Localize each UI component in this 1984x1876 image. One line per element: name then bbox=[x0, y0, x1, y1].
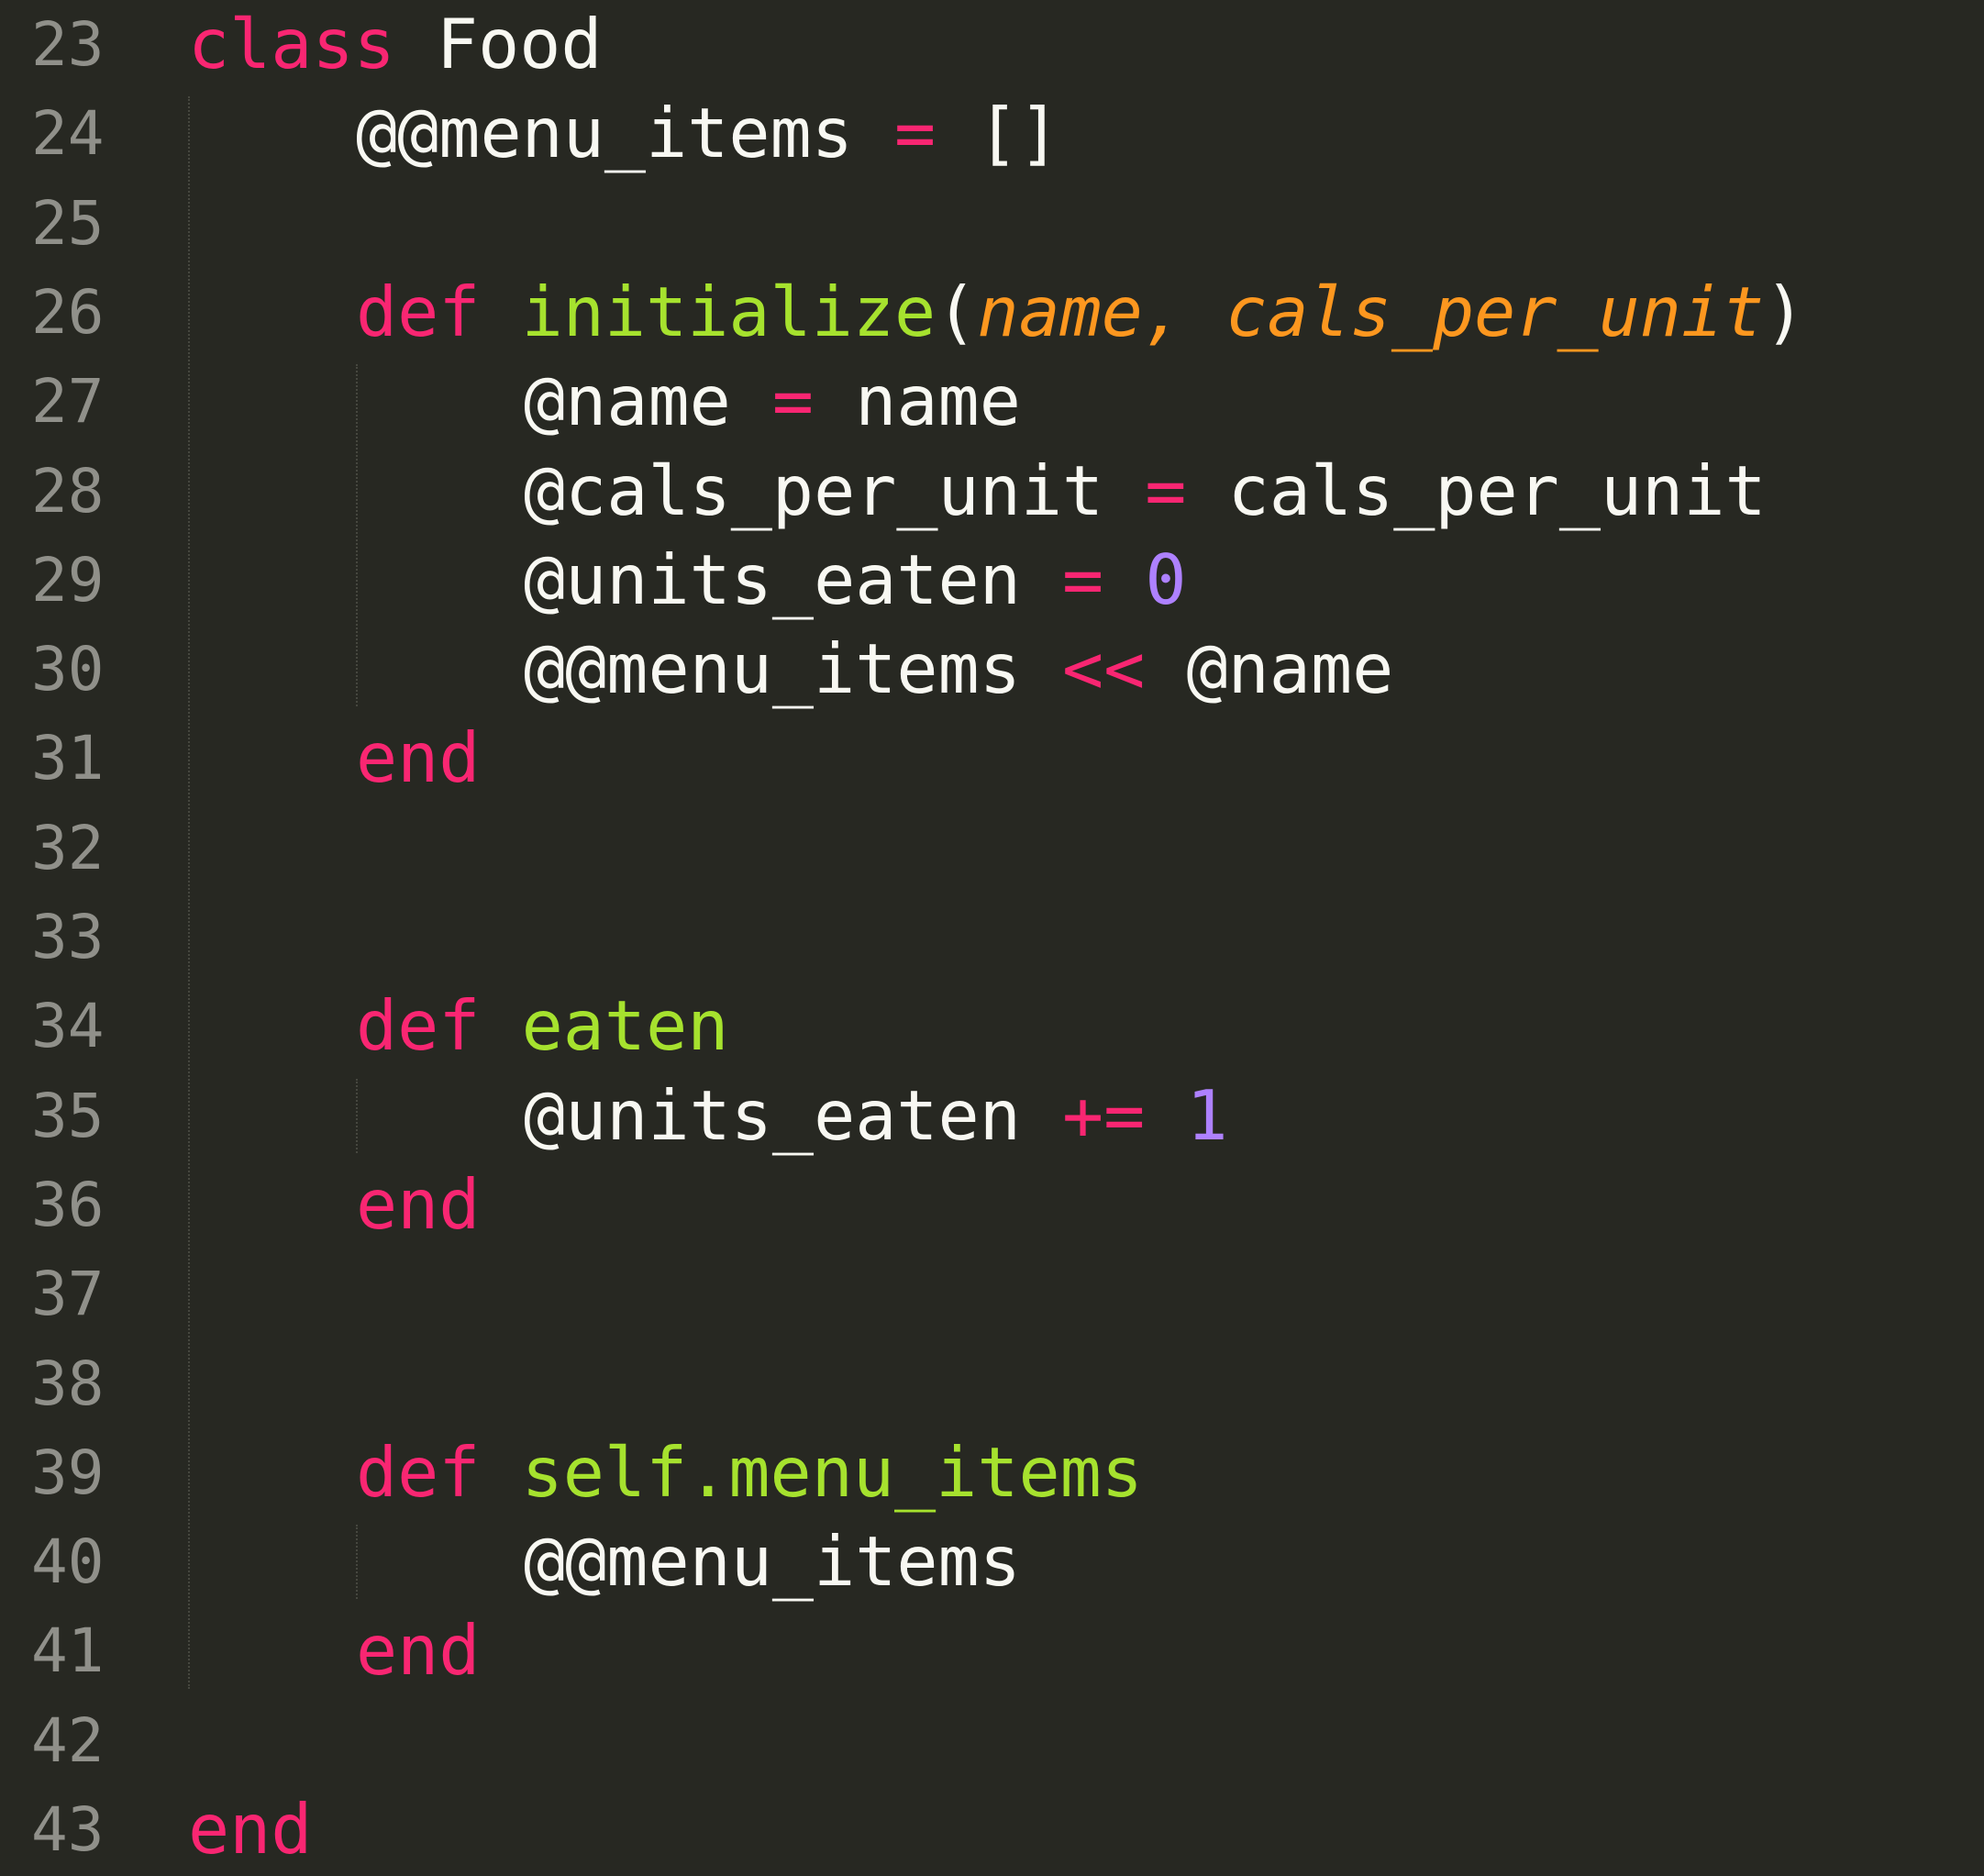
line-number: 33 bbox=[31, 902, 105, 972]
line-number: 32 bbox=[31, 812, 105, 883]
code-line[interactable]: @name = name bbox=[524, 357, 1021, 446]
line-number: 23 bbox=[31, 9, 105, 80]
line-number: 37 bbox=[31, 1259, 105, 1330]
code-line[interactable]: @@menu_items << @name bbox=[524, 625, 1393, 714]
code-token-plain: Food bbox=[394, 4, 603, 84]
code-token-keyword: def bbox=[356, 271, 481, 352]
code-token-function-name: eaten bbox=[521, 985, 729, 1067]
code-token-keyword: def bbox=[356, 1431, 481, 1513]
line-number: 36 bbox=[31, 1169, 105, 1240]
code-line[interactable]: end bbox=[188, 1785, 312, 1874]
code-line[interactable]: @units_eaten = 0 bbox=[524, 536, 1186, 625]
code-line[interactable]: @@menu_items bbox=[524, 1517, 1021, 1606]
code-line[interactable]: @units_eaten += 1 bbox=[524, 1071, 1228, 1160]
code-token-keyword: = bbox=[1020, 538, 1146, 620]
code-token-function-name: self.menu_items bbox=[521, 1431, 1143, 1513]
code-editor[interactable]: 23 24 25 26 27 28 29 30 31 32 33 34 35 36 37 38 39 40 41 42… bbox=[0, 0, 1984, 1876]
code-token-keyword: end bbox=[356, 1163, 481, 1245]
code-token-plain: @cals_per_unit bbox=[524, 450, 1104, 531]
code-token-number: 0 bbox=[1145, 538, 1187, 620]
code-token-keyword: << bbox=[1020, 628, 1187, 710]
line-number: 42 bbox=[31, 1704, 105, 1776]
line-number: 39 bbox=[31, 1437, 105, 1508]
code-token-plain: @@menu_items bbox=[524, 628, 1021, 710]
line-number: 38 bbox=[31, 1348, 105, 1419]
code-line[interactable]: end bbox=[356, 1160, 480, 1249]
line-number: 34 bbox=[31, 991, 105, 1062]
line-number: 26 bbox=[31, 276, 105, 348]
code-token-plain: [] bbox=[977, 93, 1060, 174]
code-token-plain: ) bbox=[1764, 271, 1806, 352]
line-number: 27 bbox=[31, 366, 105, 438]
code-token-plain: name bbox=[855, 361, 1021, 442]
indent-guide-initialize bbox=[356, 364, 358, 707]
indent-guide-class bbox=[188, 96, 190, 1689]
code-token-keyword: end bbox=[356, 1610, 481, 1692]
indent-guide-menu-items bbox=[356, 1525, 358, 1600]
code-line[interactable]: def initialize(name, cals_per_unit) bbox=[356, 268, 1805, 357]
code-token-plain: ( bbox=[936, 271, 978, 352]
code-token-plain: @units_eaten bbox=[524, 538, 1021, 620]
code-token-keyword: = bbox=[852, 93, 978, 174]
code-token-keyword: = bbox=[730, 361, 856, 442]
code-line[interactable]: def self.menu_items bbox=[356, 1428, 1143, 1517]
code-line[interactable]: end bbox=[356, 714, 480, 803]
line-number: 28 bbox=[31, 455, 105, 527]
code-token-keyword: += bbox=[1020, 1074, 1187, 1156]
line-number: 30 bbox=[31, 634, 105, 705]
code-token-plain: @@menu_items bbox=[524, 1521, 1021, 1603]
line-number: 29 bbox=[31, 544, 105, 616]
code-token-keyword: def bbox=[356, 985, 481, 1067]
code-token-keyword: end bbox=[188, 1789, 313, 1870]
code-token-keyword: class bbox=[188, 4, 395, 84]
code-token-number: 1 bbox=[1186, 1074, 1228, 1156]
line-number: 25 bbox=[31, 187, 105, 259]
code-token-keyword: end bbox=[356, 717, 481, 799]
code-line[interactable]: @@menu_items = [] bbox=[356, 89, 1060, 178]
code-line[interactable]: @cals_per_unit = cals_per_unit bbox=[524, 447, 1767, 536]
line-number: 40 bbox=[31, 1526, 105, 1598]
code-token-plain: @units_eaten bbox=[524, 1074, 1021, 1156]
line-number: 35 bbox=[31, 1080, 105, 1151]
line-number: 24 bbox=[31, 98, 105, 170]
code-token-plain: @@menu_items bbox=[356, 93, 853, 174]
code-line[interactable]: class Food bbox=[188, 0, 603, 89]
code-line[interactable]: end bbox=[356, 1606, 480, 1695]
line-number: 31 bbox=[31, 723, 105, 794]
code-token-keyword: = bbox=[1103, 450, 1228, 531]
code-line[interactable]: def eaten bbox=[356, 982, 728, 1071]
line-number: 43 bbox=[31, 1794, 105, 1865]
code-token-plain: @name bbox=[524, 361, 731, 442]
code-token-plain: @name bbox=[1186, 628, 1394, 710]
code-token-plain: cals_per_unit bbox=[1227, 450, 1767, 531]
line-number: 41 bbox=[31, 1615, 105, 1687]
indent-guide-eaten bbox=[356, 1078, 358, 1153]
code-token-parameter: name, cals_per_unit bbox=[977, 271, 1765, 352]
code-token-function-name: initialize bbox=[521, 271, 937, 352]
